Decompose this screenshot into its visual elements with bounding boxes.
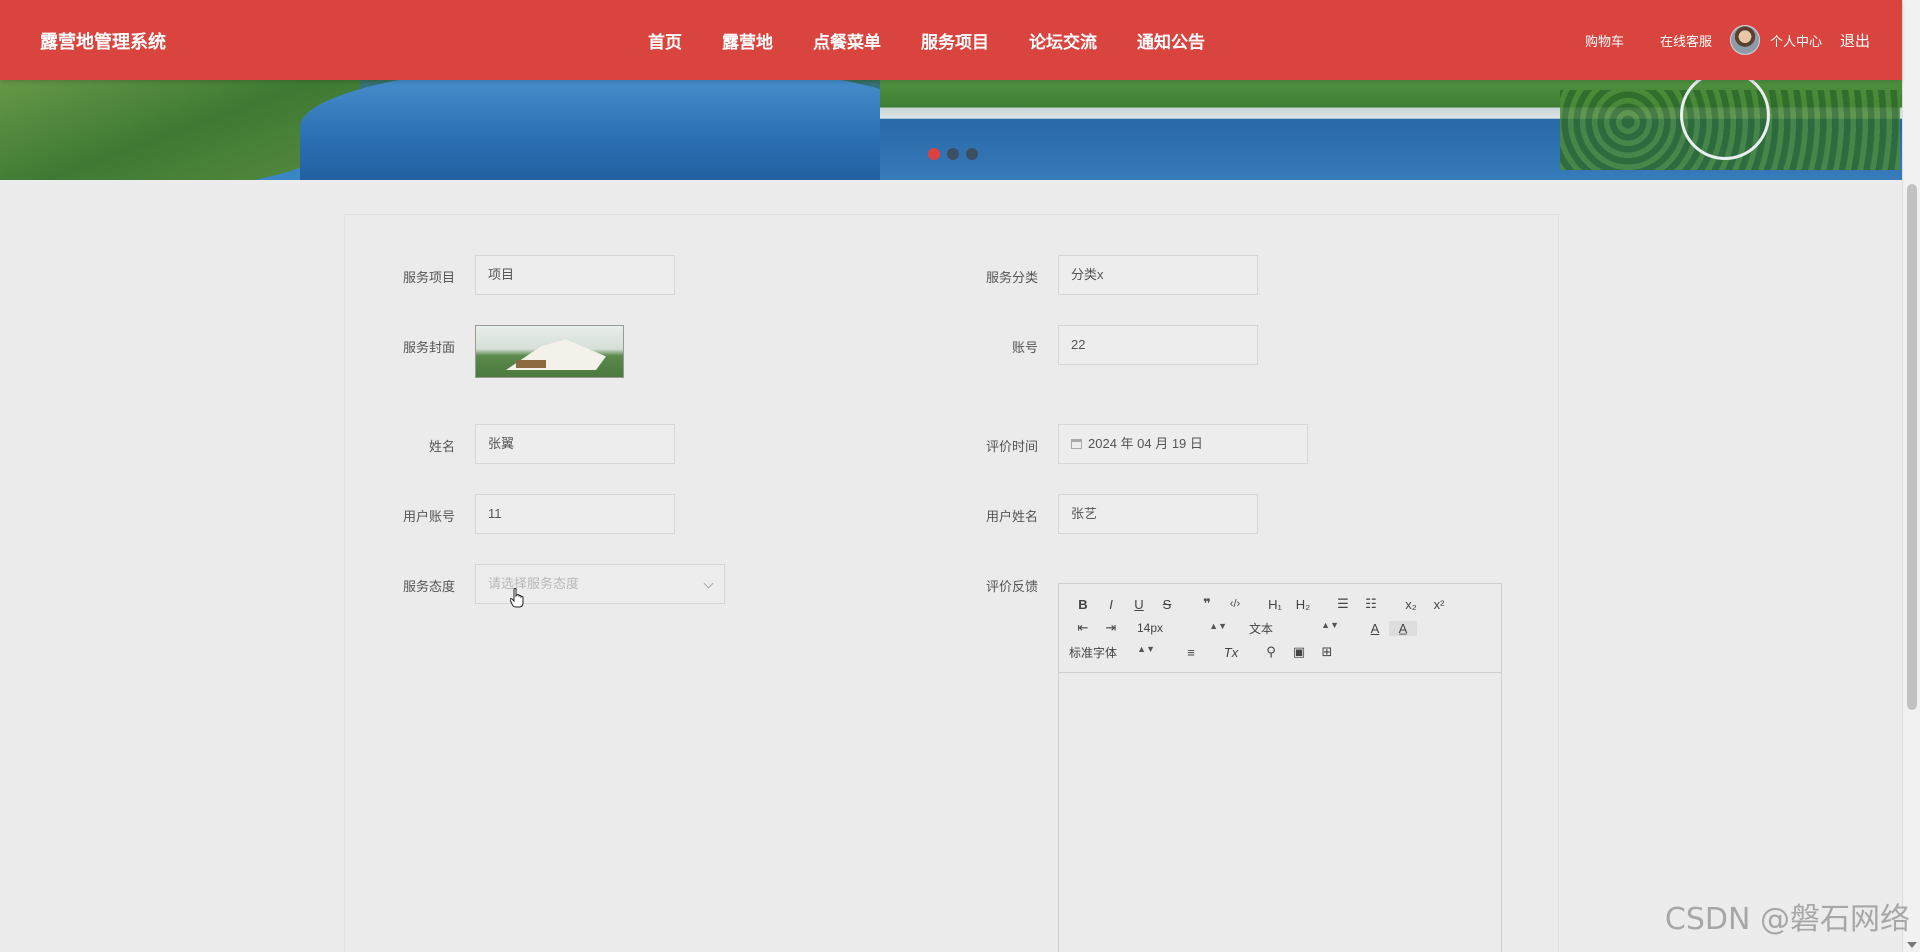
avatar[interactable]	[1729, 25, 1760, 55]
background-color-button[interactable]: A̲	[1389, 620, 1417, 636]
user-area: 购物车 在线客服 个人中心 退出	[1549, 0, 1870, 80]
paragraph-value: 文本	[1249, 621, 1274, 636]
nav-forum[interactable]: 论坛交流	[1029, 28, 1097, 53]
image-button[interactable]: ▣	[1285, 644, 1313, 660]
banner-ferris-wheel	[1680, 70, 1770, 160]
attitude-placeholder: 请选择服务态度	[488, 576, 580, 591]
font-family-select[interactable]: 标准字体 ▲▼	[1069, 644, 1165, 661]
review-form: 服务项目 项目 服务分类 分类x 服务封面 账号 22 姓名 张翼 评价时间 2…	[344, 214, 1559, 952]
carousel-dot-1[interactable]	[928, 148, 940, 160]
font-size-value: 14px	[1137, 621, 1164, 635]
align-button[interactable]: ≡	[1177, 645, 1205, 660]
h1-button[interactable]: H₁	[1261, 597, 1289, 612]
carousel-indicators	[928, 148, 978, 160]
editor-content-area[interactable]	[1059, 673, 1501, 952]
indent-button[interactable]: ⇥	[1097, 620, 1125, 636]
online-service-link[interactable]: 在线客服	[1660, 31, 1712, 50]
account-label: 账号	[1011, 340, 1038, 355]
italic-button[interactable]: I	[1097, 597, 1125, 612]
name-field[interactable]: 张翼	[475, 424, 675, 464]
cover-label: 服务封面	[402, 340, 455, 355]
service-item-label: 服务项目	[402, 270, 455, 285]
user-name-label: 用户姓名	[985, 509, 1038, 524]
h2-button[interactable]: H₂	[1289, 597, 1317, 612]
superscript-button[interactable]: x²	[1425, 597, 1453, 612]
page-scrollbar[interactable]	[1902, 0, 1920, 952]
font-color-button[interactable]: A	[1361, 621, 1389, 636]
nav-service-items[interactable]: 服务项目	[921, 28, 989, 53]
outdent-button[interactable]: ⇤	[1069, 620, 1097, 636]
attitude-label: 服务态度	[402, 579, 455, 594]
logout-link[interactable]: 退出	[1840, 30, 1870, 51]
scroll-down-arrow-icon[interactable]	[1907, 942, 1917, 948]
top-header: 露营地管理系统 首页 露营地 点餐菜单 服务项目 论坛交流 通知公告 购物车 在…	[0, 0, 1902, 80]
font-family-value: 标准字体	[1069, 645, 1118, 660]
ordered-list-button[interactable]: ☰	[1329, 596, 1357, 612]
cart-link[interactable]: 购物车	[1585, 31, 1624, 50]
subscript-button[interactable]: x₂	[1397, 597, 1425, 612]
account-field[interactable]: 22	[1058, 325, 1258, 365]
feedback-label: 评价反馈	[985, 579, 1038, 594]
feedback-editor: B I U S ❞ ‹/› H₁ H₂ ☰ ☷ x₂ x² ⇤ ⇥ 14px ▲…	[1058, 583, 1502, 952]
service-cover-image[interactable]	[475, 325, 624, 378]
site-brand[interactable]: 露营地管理系统	[40, 28, 166, 54]
link-button[interactable]: ⚲	[1257, 644, 1285, 660]
select-arrows-icon: ▲▼	[1137, 643, 1155, 654]
quote-button[interactable]: ❞	[1193, 596, 1221, 612]
clean-format-button[interactable]: Tx	[1217, 645, 1245, 660]
review-time-value: 2024 年 04 月 19 日	[1088, 436, 1203, 451]
strike-button[interactable]: S	[1153, 597, 1181, 612]
name-label: 姓名	[428, 439, 455, 454]
nav-campsite[interactable]: 露营地	[722, 28, 773, 53]
carousel-dot-2[interactable]	[947, 148, 959, 160]
nav-menu[interactable]: 点餐菜单	[813, 28, 881, 53]
review-time-field[interactable]: 2024 年 04 月 19 日	[1058, 424, 1308, 464]
hand-cursor-icon	[510, 588, 524, 608]
user-name-field[interactable]: 张艺	[1058, 494, 1258, 534]
main-nav: 首页 露营地 点餐菜单 服务项目 论坛交流 通知公告	[648, 0, 1245, 80]
review-time-label: 评价时间	[985, 439, 1038, 454]
user-account-label: 用户账号	[402, 509, 455, 524]
service-category-label: 服务分类	[985, 270, 1038, 285]
service-category-field[interactable]: 分类x	[1058, 255, 1258, 295]
scrollbar-thumb[interactable]	[1907, 184, 1917, 710]
cover-table-shape	[516, 360, 546, 368]
select-arrows-icon: ▲▼	[1321, 619, 1339, 630]
select-arrows-icon: ▲▼	[1209, 621, 1227, 631]
nav-home[interactable]: 首页	[648, 28, 682, 53]
paragraph-select[interactable]: 文本 ▲▼	[1249, 620, 1349, 637]
carousel-dot-3[interactable]	[966, 148, 978, 160]
underline-button[interactable]: U	[1125, 597, 1153, 612]
service-item-field[interactable]: 项目	[475, 255, 675, 295]
user-account-field[interactable]: 11	[475, 494, 675, 534]
profile-link[interactable]: 个人中心	[1770, 31, 1822, 50]
bullet-list-button[interactable]: ☷	[1357, 596, 1385, 612]
bold-button[interactable]: B	[1069, 597, 1097, 612]
font-size-select[interactable]: 14px ▲▼	[1137, 621, 1237, 635]
csdn-watermark: CSDN @磐石网络	[1664, 902, 1910, 937]
calendar-icon	[1071, 439, 1082, 449]
nav-notices[interactable]: 通知公告	[1137, 28, 1205, 53]
editor-toolbar: B I U S ❞ ‹/› H₁ H₂ ☰ ☷ x₂ x² ⇤ ⇥ 14px ▲…	[1059, 584, 1501, 673]
code-button[interactable]: ‹/›	[1221, 598, 1249, 610]
chevron-down-icon	[703, 578, 714, 589]
video-button[interactable]: ⊞	[1313, 644, 1341, 660]
